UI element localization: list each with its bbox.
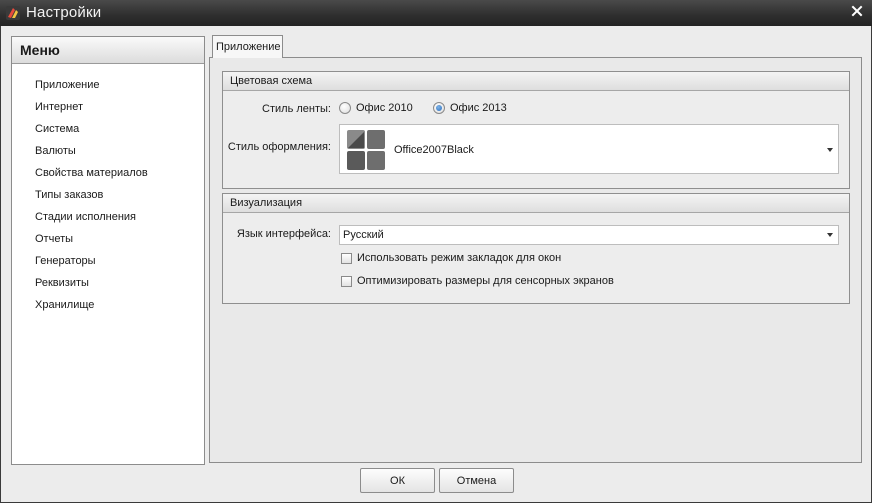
tab-page-application: Цветовая схема Стиль ленты: Офис 2010 Оф… [209, 57, 862, 463]
menu-item-currencies[interactable]: Валюты [12, 140, 204, 162]
checkbox-touch-optimize-label: Оптимизировать размеры для сенсорных экр… [357, 275, 614, 287]
radio-office-2013-dot[interactable] [433, 102, 445, 114]
title-bar: Настройки [0, 0, 872, 26]
skin-tiles-icon [347, 130, 385, 170]
color-scheme-header: Цветовая схема [223, 72, 849, 91]
chevron-down-icon[interactable] [827, 148, 833, 152]
app-logo-icon [6, 6, 20, 20]
menu-panel: Меню Приложение Интернет Система Валюты … [11, 36, 205, 465]
window-title: Настройки [26, 4, 102, 21]
radio-office-2013[interactable]: Офис 2013 [433, 102, 507, 114]
skin-style-label: Стиль оформления: [227, 141, 331, 153]
checkbox-touch-optimize[interactable]: Оптимизировать размеры для сенсорных экр… [341, 275, 614, 287]
checkbox-tabbed-windows-label: Использовать режим закладок для окон [357, 252, 562, 264]
menu-item-reports[interactable]: Отчеты [12, 228, 204, 250]
radio-office-2010-dot[interactable] [339, 102, 351, 114]
interface-language-value: Русский [343, 229, 384, 241]
visualization-header: Визуализация [223, 194, 849, 213]
menu-list: Приложение Интернет Система Валюты Свойс… [12, 64, 204, 316]
skin-style-value: Office2007Black [394, 144, 474, 156]
radio-office-2010[interactable]: Офис 2010 [339, 102, 413, 114]
chevron-down-icon[interactable] [827, 233, 833, 237]
skin-style-combobox[interactable]: Office2007Black [339, 124, 839, 174]
menu-item-requisites[interactable]: Реквизиты [12, 272, 204, 294]
interface-language-label: Язык интерфейса: [236, 228, 331, 240]
tab-application[interactable]: Приложение [212, 35, 283, 58]
checkbox-touch-optimize-box[interactable] [341, 275, 352, 287]
menu-item-execution-stages[interactable]: Стадии исполнения [12, 206, 204, 228]
checkbox-tabbed-windows[interactable]: Использовать режим закладок для окон [341, 252, 561, 264]
radio-office-2010-label: Офис 2010 [356, 102, 413, 114]
menu-item-material-properties[interactable]: Свойства материалов [12, 162, 204, 184]
ok-button[interactable]: ОК [360, 468, 435, 493]
menu-header: Меню [12, 37, 204, 64]
menu-item-application[interactable]: Приложение [12, 74, 204, 96]
ribbon-style-label: Стиль ленты: [262, 103, 331, 115]
menu-item-internet[interactable]: Интернет [12, 96, 204, 118]
radio-office-2013-label: Офис 2013 [450, 102, 507, 114]
interface-language-combobox[interactable]: Русский [339, 225, 839, 245]
color-scheme-group: Цветовая схема Стиль ленты: Офис 2010 Оф… [222, 71, 850, 189]
close-icon[interactable] [850, 4, 864, 18]
visualization-group: Визуализация Язык интерфейса: Русский Ис… [222, 193, 850, 304]
menu-item-generators[interactable]: Генераторы [12, 250, 204, 272]
menu-item-storage[interactable]: Хранилище [12, 294, 204, 316]
checkbox-tabbed-windows-box[interactable] [341, 252, 352, 264]
dialog-body: Меню Приложение Интернет Система Валюты … [0, 26, 872, 503]
menu-item-system[interactable]: Система [12, 118, 204, 140]
menu-item-order-types[interactable]: Типы заказов [12, 184, 204, 206]
cancel-button[interactable]: Отмена [439, 468, 514, 493]
